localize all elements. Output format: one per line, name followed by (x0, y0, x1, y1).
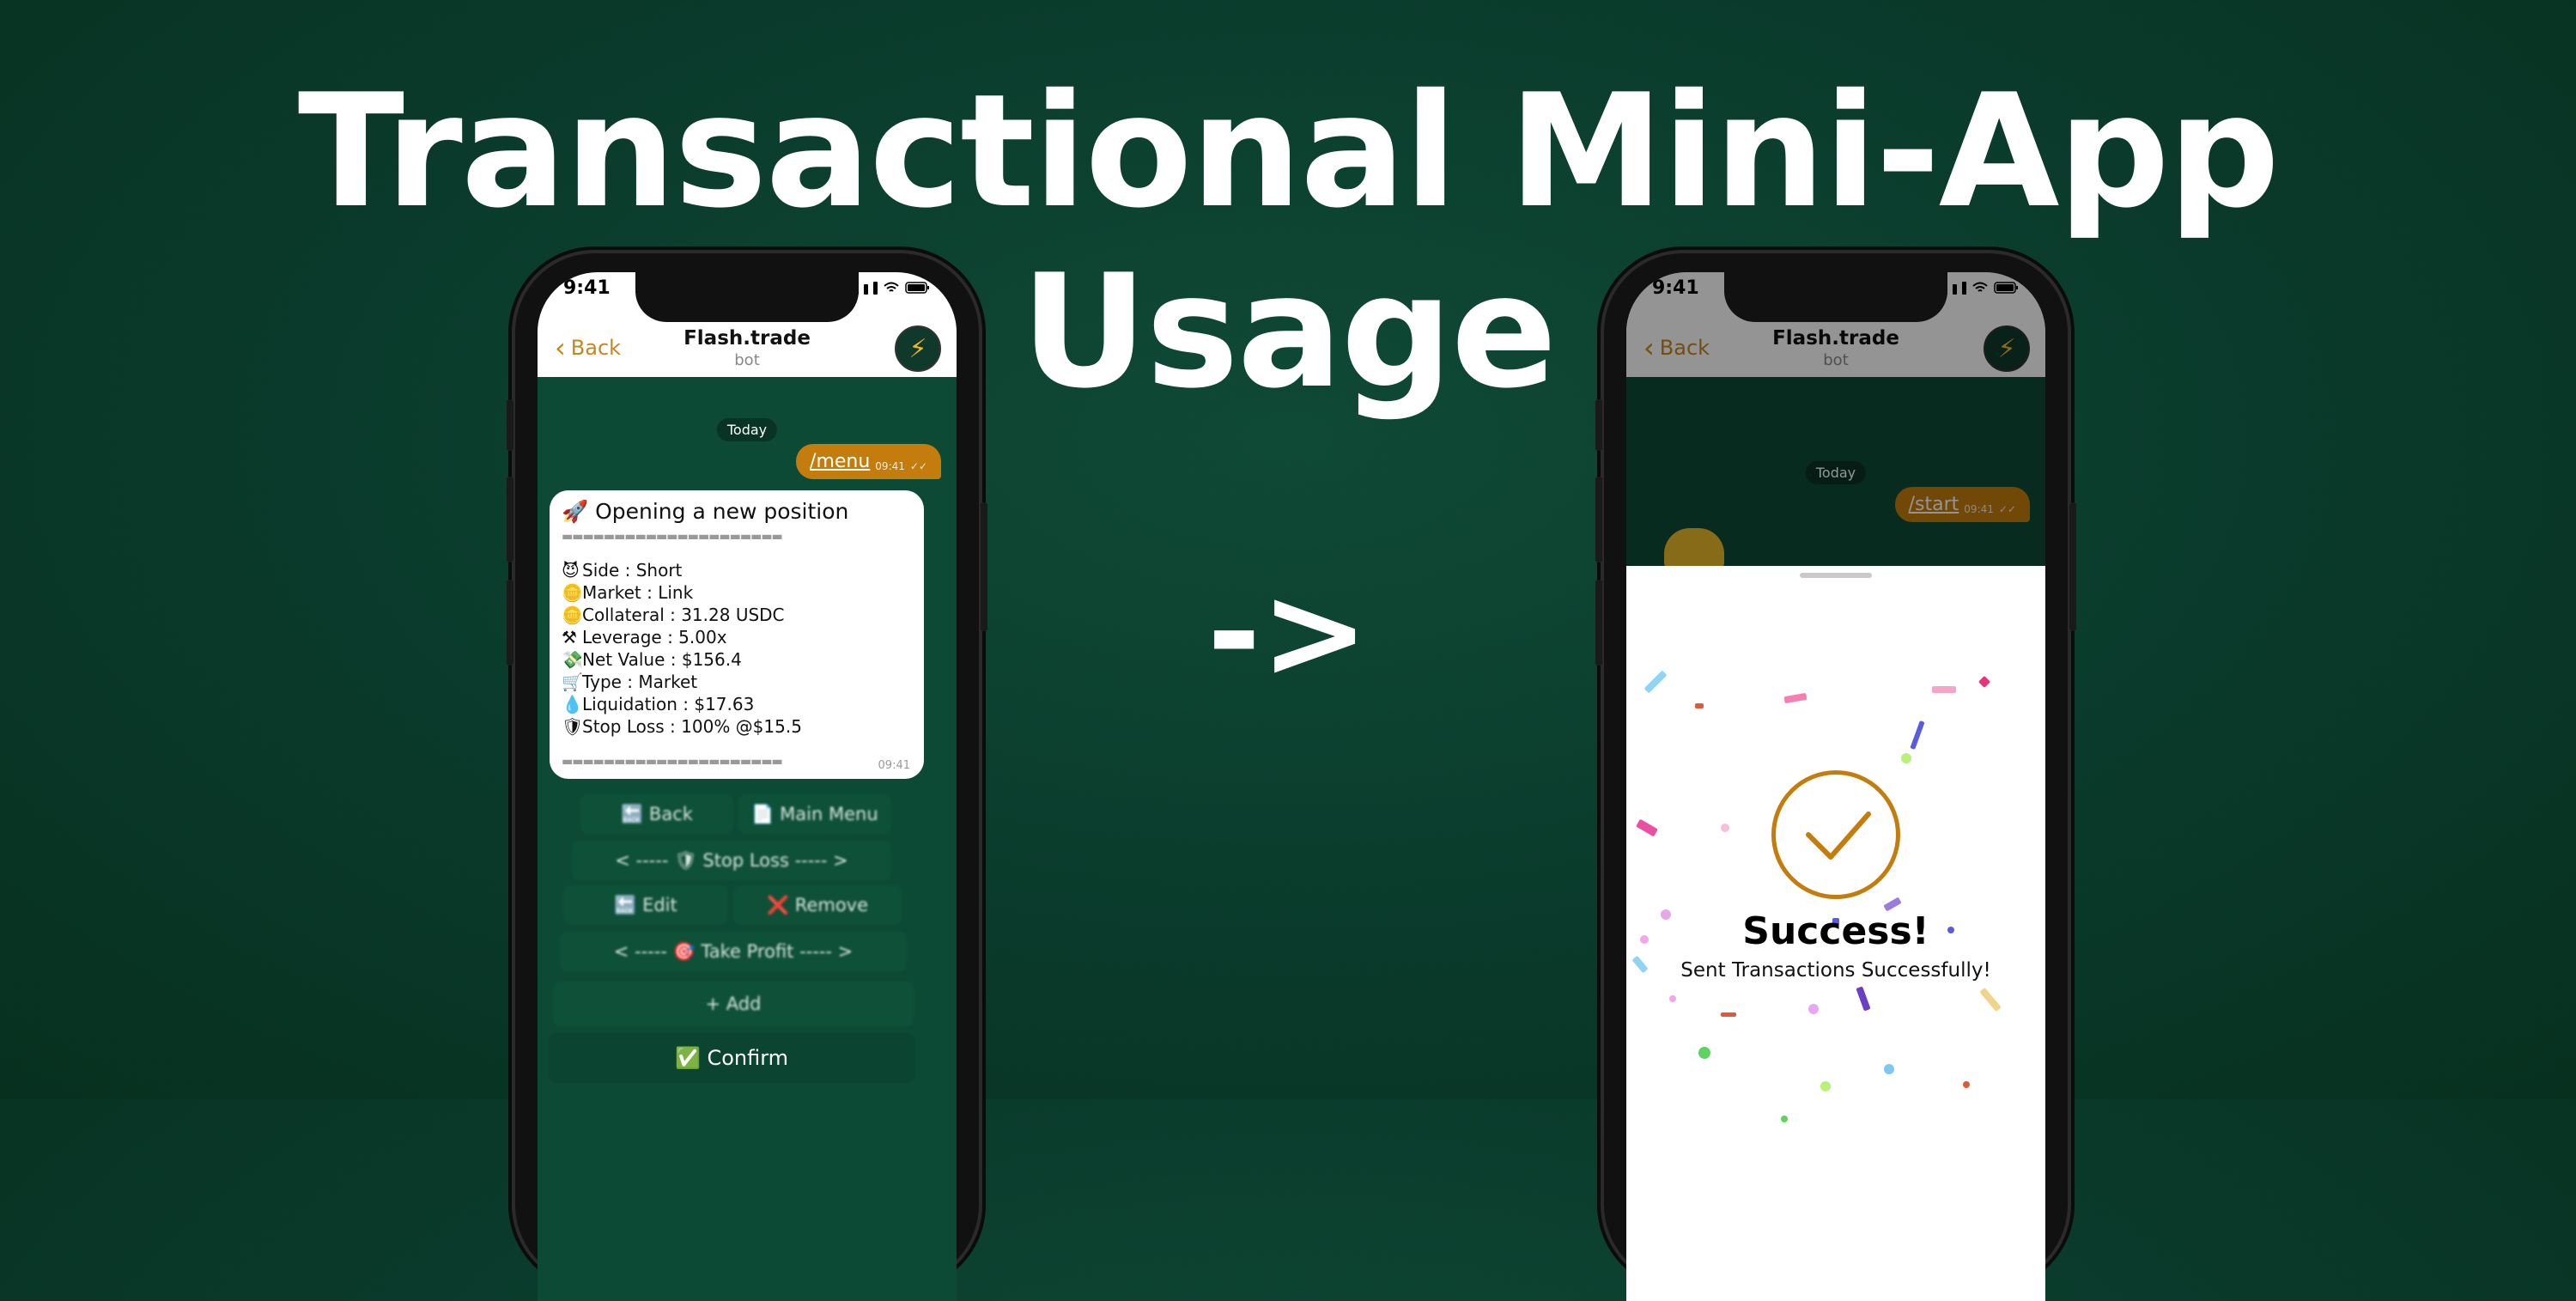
edit-button[interactable]: 🔙 Edit (563, 885, 728, 925)
notch (635, 272, 859, 322)
take-profit-header-button[interactable]: < ----- 🎯 Take Profit ----- > (560, 932, 907, 971)
divider: ▬▬▬▬▬▬▬▬▬▬▬▬▬▬▬▬▬▬▬▬▬ (562, 755, 783, 769)
detail-type: 🛒Type : Market (562, 672, 698, 692)
message-title: 🚀 Opening a new position (562, 499, 849, 524)
message-time: 09:41 (878, 759, 910, 772)
confirm-button[interactable]: ✅ Confirm (548, 1033, 915, 1083)
detail-collateral: 🪙Collateral : 31.28 USDC (562, 605, 785, 625)
detail-liquidation: 💧Liquidation : $17.63 (562, 694, 755, 714)
detail-leverage: ⚒ Leverage : 5.00x (562, 627, 727, 647)
status-time: 9:41 (1652, 277, 1699, 299)
chat-area[interactable]: Today /menu 09:41 ✓✓ 🚀 Opening a new pos… (538, 377, 957, 1301)
left-phone: 9:41 ‹ Back Flash.trade bot ⚡ Today /menu… (507, 253, 987, 1301)
date-chip: Today (716, 418, 778, 441)
notch (1724, 272, 1947, 322)
right-screen: 9:41 ‹ Back Flash.trade bot ⚡ Today /star… (1626, 272, 2045, 1301)
add-button[interactable]: + Add (553, 982, 914, 1026)
chat-subtitle: bot (734, 351, 760, 369)
remove-button[interactable]: ❌ Remove (733, 885, 902, 925)
detail-market: 🪙Market : Link (562, 582, 694, 603)
lightning-icon: ⚡ (908, 333, 927, 364)
message-time: 09:41 (875, 460, 905, 472)
wifi-icon (1972, 282, 1988, 292)
success-title: Success! (1742, 909, 1929, 953)
sent-message: /menu 09:41 ✓✓ (796, 444, 941, 479)
bot-avatar[interactable]: ⚡ (895, 325, 941, 372)
sheet-grabber[interactable] (1800, 573, 1872, 578)
status-time: 9:41 (563, 277, 611, 299)
keyboard-main-menu-button[interactable]: 📄 Main Menu (738, 794, 891, 834)
right-phone: 9:41 ‹ Back Flash.trade bot ⚡ Today /star… (1595, 253, 2076, 1301)
headline-line-2: Usage (1020, 240, 1558, 423)
divider: ▬▬▬▬▬▬▬▬▬▬▬▬▬▬▬▬▬▬▬▬▬ (562, 530, 783, 544)
stop-loss-header-button[interactable]: < ----- 🛡 Stop Loss ----- > (572, 841, 891, 880)
success-sheet: Success! Sent Transactions Successfully! (1626, 566, 2045, 1301)
bot-message: 🚀 Opening a new position ▬▬▬▬▬▬▬▬▬▬▬▬▬▬▬… (550, 490, 924, 779)
command-link[interactable]: /menu (810, 451, 870, 472)
left-screen: 9:41 ‹ Back Flash.trade bot ⚡ Today /menu… (538, 272, 957, 1301)
success-subtitle: Sent Transactions Successfully! (1680, 959, 1991, 982)
headline-line-1: Transactional Mini-App (297, 60, 2280, 242)
keyboard-back-button[interactable]: 🔙 Back (580, 794, 733, 834)
detail-side: 😈 Side : Short (562, 560, 683, 581)
chat-title: Flash.trade (683, 327, 811, 350)
read-check-icon: ✓✓ (909, 460, 927, 472)
battery-icon (905, 282, 929, 294)
wifi-icon (884, 282, 899, 292)
detail-stop-loss: 🛡Stop Loss : 100% @$15.5 (562, 716, 802, 737)
detail-net-value: 💸Net Value : $156.4 (562, 649, 742, 670)
success-check-icon (1771, 770, 1900, 899)
battery-icon (1994, 282, 2018, 294)
transition-arrow: -> (1207, 558, 1369, 708)
